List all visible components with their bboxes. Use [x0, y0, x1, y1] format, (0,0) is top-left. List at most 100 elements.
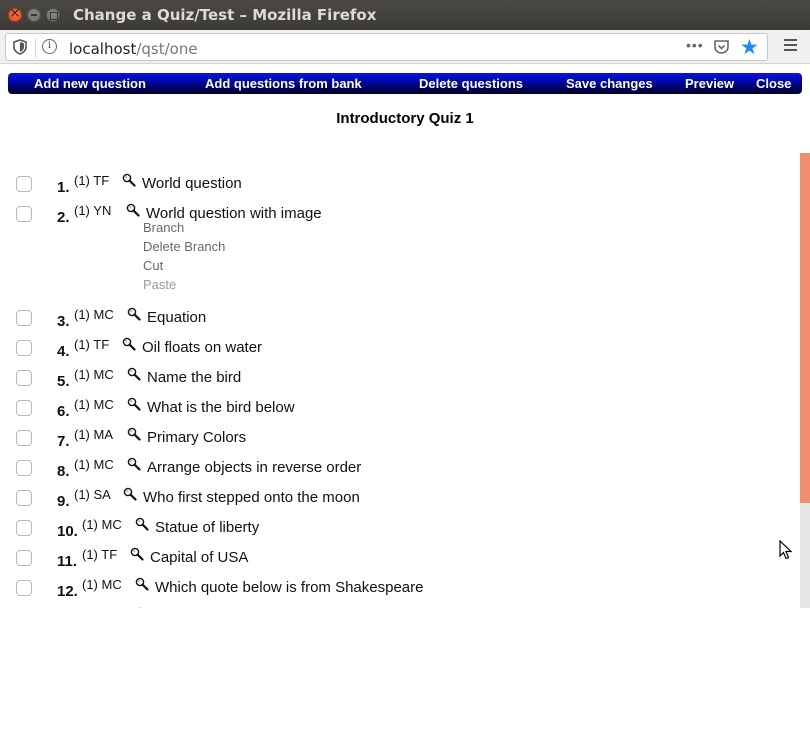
question-checkbox[interactable] [16, 490, 32, 506]
question-meta: (1) MC [74, 367, 114, 382]
pocket-icon[interactable] [713, 39, 730, 55]
question-title[interactable]: What is the bird below [147, 399, 295, 416]
window-close-button[interactable] [8, 6, 22, 22]
question-row: 12. (1) MC Which quote below is from Shake… [0, 577, 790, 608]
browser-navbar: i localhost/qst/one ••• ★ [0, 30, 810, 64]
question-title[interactable]: Oil floats on water [142, 339, 262, 356]
url-bar-separator [35, 38, 36, 58]
shield-icon[interactable] [13, 39, 27, 55]
magnifier-icon[interactable] [123, 487, 137, 501]
question-meta: (1) MC [82, 517, 122, 532]
question-number: 3. [57, 313, 70, 330]
question-meta: (1) TF [82, 547, 117, 562]
question-number: 9. [57, 493, 70, 510]
question-title[interactable]: Capital of USA [150, 549, 248, 566]
bookmark-star-icon[interactable]: ★ [740, 35, 759, 59]
more-actions-icon[interactable]: ••• [686, 37, 704, 53]
magnifier-icon[interactable] [127, 457, 141, 471]
magnifier-icon[interactable] [135, 517, 149, 531]
question-row: 4. (1) TF Oil floats on water [0, 337, 790, 369]
window-title: Change a Quiz/Test – Mozilla Firefox [73, 6, 377, 24]
question-list: 1. (1) TF World question 2. (1) YN World ques… [0, 150, 800, 608]
quiz-title: Introductory Quiz 1 [336, 110, 474, 127]
question-checkbox[interactable] [16, 550, 32, 566]
question-points: (1) [82, 517, 98, 532]
magnifier-icon[interactable] [130, 547, 144, 561]
add-new-question-button[interactable]: Add new question [34, 76, 146, 91]
delete-questions-button[interactable]: Delete questions [419, 76, 523, 91]
magnifier-icon[interactable] [122, 337, 136, 351]
question-checkbox[interactable] [16, 580, 32, 596]
question-number: 12. [57, 583, 78, 600]
question-row: 6. (1) MC What is the bird below [0, 397, 790, 429]
question-title[interactable]: World question [142, 175, 242, 192]
question-checkbox[interactable] [16, 430, 32, 446]
question-row: 5. (1) MC Name the bird [0, 367, 790, 399]
question-meta: (1) TF [74, 173, 109, 188]
question-row: 8. (1) MC Arrange objects in reverse order [0, 457, 790, 489]
question-row: 7. (1) MA Primary Colors [0, 427, 790, 459]
question-title[interactable]: Primary Colors [147, 429, 246, 446]
question-meta: (1) MC [74, 307, 114, 322]
question-title[interactable]: Equation [147, 309, 206, 326]
magnifier-icon[interactable] [127, 427, 141, 441]
preview-button[interactable]: Preview [685, 76, 734, 91]
magnifier-icon[interactable] [122, 173, 136, 187]
question-meta: (1) SA [74, 487, 111, 502]
window-maximize-button[interactable] [46, 8, 60, 22]
question-type: MA [93, 427, 114, 442]
question-title[interactable]: Name the bird [147, 369, 241, 386]
scrollbar-thumb[interactable] [800, 153, 810, 503]
magnifier-icon[interactable] [135, 577, 149, 591]
question-checkbox[interactable] [16, 176, 32, 192]
question-meta: (1) TF [74, 337, 109, 352]
question-meta: (1) MC [74, 457, 114, 472]
question-title[interactable]: Which quote below is from Shakespeare [155, 579, 423, 596]
question-meta: (1) YN [74, 203, 111, 218]
question-checkbox[interactable] [16, 400, 32, 416]
question-type: SA [93, 487, 111, 502]
question-context-menu: Branch Delete Branch Cut Paste [143, 220, 225, 296]
question-points: (1) [82, 547, 98, 562]
question-checkbox[interactable] [16, 310, 32, 326]
question-checkbox[interactable] [16, 206, 32, 222]
context-menu-item-delete-branch[interactable]: Delete Branch [143, 239, 225, 258]
question-points: (1) [82, 607, 98, 608]
question-points: (1) [74, 487, 90, 502]
url-text[interactable]: localhost/qst/one [69, 40, 198, 58]
close-button[interactable]: Close [756, 76, 791, 91]
save-changes-button[interactable]: Save changes [566, 76, 653, 91]
magnifier-icon[interactable] [127, 397, 141, 411]
question-checkbox[interactable] [16, 460, 32, 476]
question-number: 7. [57, 433, 70, 450]
question-points: (1) [74, 173, 90, 188]
magnifier-icon[interactable] [127, 367, 141, 381]
url-bar[interactable]: i localhost/qst/one ••• ★ [5, 33, 768, 61]
hamburger-menu-icon[interactable] [784, 39, 797, 54]
context-menu-item-branch[interactable]: Branch [143, 220, 225, 239]
magnifier-icon[interactable] [135, 607, 149, 608]
question-row: 3. (1) MC Equation [0, 307, 790, 339]
question-checkbox[interactable] [16, 340, 32, 356]
question-title[interactable]: Statue of liberty [155, 519, 259, 536]
question-checkbox[interactable] [16, 370, 32, 386]
magnifier-icon[interactable] [126, 203, 140, 217]
question-number: 5. [57, 373, 70, 390]
question-type: TF [93, 173, 110, 188]
question-meta: (1) MC [74, 397, 114, 412]
question-title[interactable]: Arrange objects in reverse order [147, 459, 361, 476]
question-number: 4. [57, 343, 70, 360]
question-type: TF [101, 547, 118, 562]
context-menu-item-cut[interactable]: Cut [143, 258, 225, 277]
magnifier-icon[interactable] [127, 307, 141, 321]
question-row: 10. (1) MC Statue of liberty [0, 517, 790, 549]
question-type: YN [93, 203, 112, 218]
question-title[interactable]: Who first stepped onto the moon [143, 489, 360, 506]
question-meta: (1) MC [82, 607, 122, 608]
context-menu-item-paste: Paste [143, 277, 177, 292]
question-checkbox[interactable] [16, 520, 32, 536]
question-number: 11. [57, 553, 78, 570]
info-icon[interactable]: i [42, 39, 57, 54]
window-minimize-button[interactable] [27, 8, 41, 22]
add-questions-from-bank-button[interactable]: Add questions from bank [205, 76, 362, 91]
